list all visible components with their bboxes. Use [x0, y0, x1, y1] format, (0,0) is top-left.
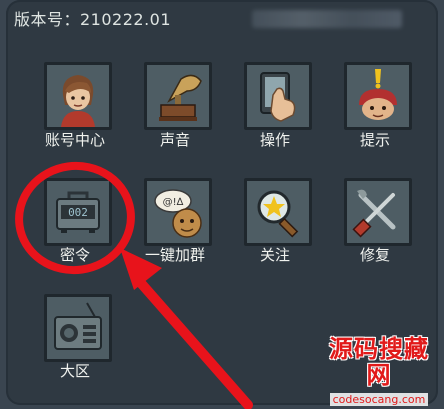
menu-hint-button[interactable] — [344, 62, 412, 130]
menu-server-region-label: 大区 — [59, 362, 90, 380]
code-lock-box-icon: 002 — [47, 181, 109, 243]
watermark-title: 源码搜藏网 — [329, 334, 429, 389]
menu-repair-label: 修复 — [359, 246, 390, 264]
menu-join-group-button[interactable]: @!∆ — [144, 178, 212, 246]
menu-join-group-label: 一键加群 — [144, 246, 205, 264]
menu-follow-label: 关注 — [259, 246, 290, 264]
version-label: 版本号：210222.01 — [14, 10, 172, 29]
menu-controls-label: 操作 — [259, 131, 290, 149]
watermark-url: codesocang.com — [329, 393, 429, 406]
chat-bubble-icon: @!∆ — [147, 181, 209, 243]
gramophone-icon — [147, 65, 209, 127]
watermark: 源码搜藏网 codesocang.com — [318, 336, 440, 407]
hand-tablet-icon — [247, 65, 309, 127]
menu-secret-code-button[interactable]: 002 — [44, 178, 112, 246]
svg-text:@!∆: @!∆ — [163, 197, 184, 208]
menu-follow-button[interactable] — [244, 178, 312, 246]
avatar-icon — [47, 65, 109, 127]
menu-sound-label: 声音 — [159, 131, 190, 149]
menu-controls-button[interactable] — [244, 62, 312, 130]
menu-repair-button[interactable] — [344, 178, 412, 246]
radio-icon — [47, 297, 109, 359]
menu-server-region-button[interactable] — [44, 294, 112, 362]
menu-account-center-label: 账号中心 — [44, 131, 105, 149]
header: 版本号：210222.01 — [14, 6, 430, 29]
magnifier-star-icon — [247, 181, 309, 243]
menu-hint-label: 提示 — [359, 131, 390, 149]
blurred-user-info — [252, 10, 402, 28]
menu-sound-button[interactable] — [144, 62, 212, 130]
hint-head-icon — [347, 65, 409, 127]
menu-secret-code-label: 密令 — [59, 246, 90, 264]
menu-account-center-button[interactable] — [44, 62, 112, 130]
repair-tools-icon — [347, 181, 409, 243]
svg-text:002: 002 — [68, 206, 88, 219]
